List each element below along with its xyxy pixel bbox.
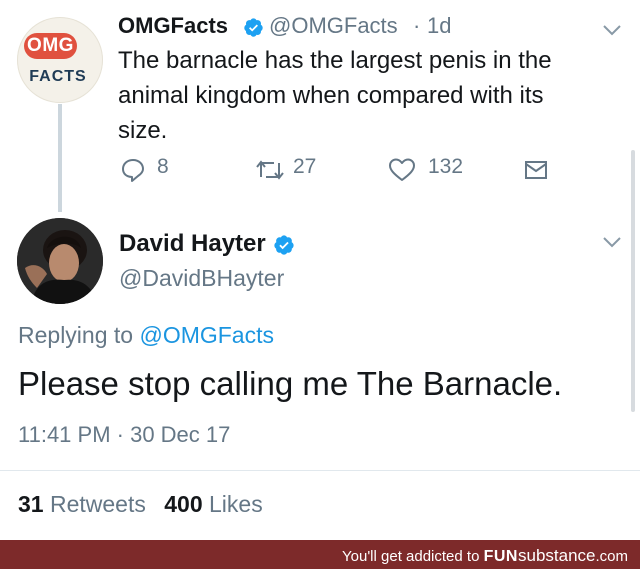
watermark-bar: You'll get addicted to FUNsubstance.com bbox=[0, 540, 640, 569]
omgfacts-avatar[interactable] bbox=[17, 17, 103, 103]
thread-line bbox=[58, 104, 62, 212]
watermark-brand-upper: FUN bbox=[483, 548, 518, 565]
replying-to-link[interactable]: @OMGFacts bbox=[139, 322, 274, 348]
watermark-brand-suffix: .com bbox=[595, 548, 628, 565]
time-separator: · bbox=[413, 13, 421, 38]
david-hayter-handle[interactable]: @DavidBHayter bbox=[119, 265, 284, 292]
tweet-text: The barnacle has the largest penis in th… bbox=[118, 47, 552, 144]
retweets-count[interactable]: 31 bbox=[18, 491, 44, 517]
scrollbar[interactable] bbox=[631, 150, 635, 412]
reply-timestamp[interactable]: 11:41 PM · 30 Dec 17 bbox=[18, 422, 230, 448]
david-hayter-avatar[interactable] bbox=[17, 218, 103, 304]
direct-message-icon[interactable] bbox=[524, 160, 548, 180]
retweets-label[interactable]: Retweets bbox=[50, 491, 146, 517]
chevron-down-icon[interactable] bbox=[603, 236, 621, 248]
david-hayter-name[interactable]: David Hayter bbox=[119, 230, 266, 258]
divider bbox=[0, 470, 640, 471]
likes-label[interactable]: Likes bbox=[209, 491, 263, 517]
reply-text: Please stop calling me The Barnacle. bbox=[18, 365, 563, 402]
likes-count[interactable]: 400 bbox=[164, 491, 202, 517]
tweet-time[interactable]: 1d bbox=[427, 13, 451, 39]
chevron-down-icon[interactable] bbox=[603, 24, 621, 36]
retweet-icon[interactable] bbox=[254, 158, 286, 182]
replying-to-prefix: Replying to bbox=[18, 322, 134, 348]
omgfacts-avatar-logo-top: OMG bbox=[24, 33, 77, 59]
retweet-count: 27 bbox=[293, 155, 317, 178]
reply-icon[interactable] bbox=[120, 157, 146, 183]
engagement-stats: 31 Retweets 400 Likes bbox=[18, 491, 263, 518]
omgfacts-handle[interactable]: @OMGFacts bbox=[269, 13, 398, 39]
like-count: 132 bbox=[428, 155, 464, 178]
reply-count: 8 bbox=[157, 155, 169, 178]
omgfacts-avatar-logo-bottom: FACTS bbox=[29, 68, 87, 85]
omgfacts-name[interactable]: OMGFacts bbox=[118, 13, 228, 39]
verified-badge-icon bbox=[244, 18, 263, 37]
watermark-brand-lower: substance bbox=[517, 546, 596, 565]
verified-badge-icon bbox=[274, 235, 294, 255]
like-icon[interactable] bbox=[388, 157, 416, 183]
watermark-text: You'll get addicted to FUNsubstance.com bbox=[342, 546, 628, 566]
watermark-prefix: You'll get addicted to bbox=[342, 548, 480, 565]
replying-to: Replying to @OMGFacts bbox=[18, 322, 274, 349]
